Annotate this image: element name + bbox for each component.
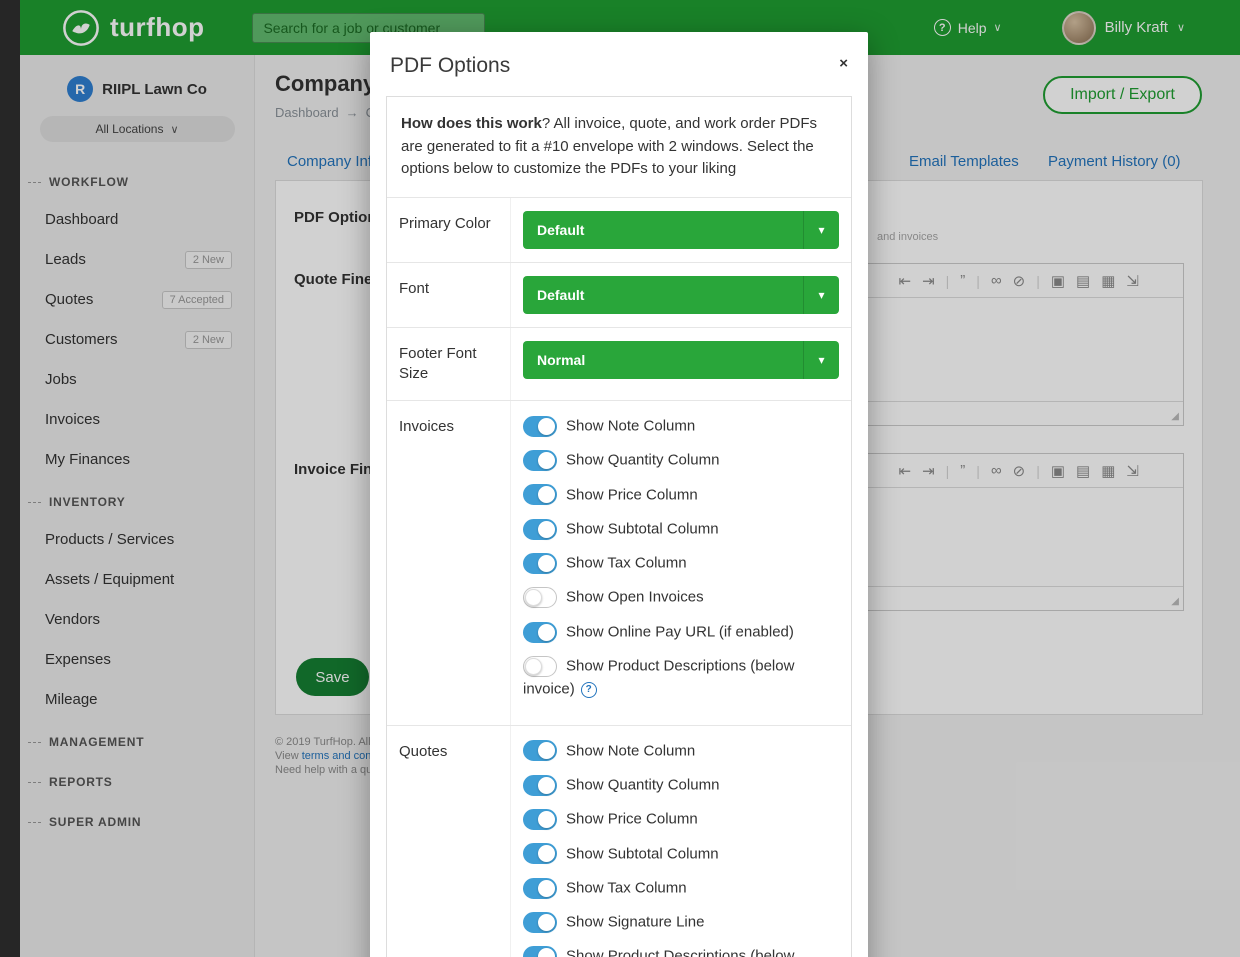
primary-color-select[interactable]: Default▾ bbox=[523, 211, 839, 249]
toggle-label: Show Product Descriptions (below invoice… bbox=[523, 657, 794, 697]
toggle-item-show-price-column: Show Price Column bbox=[523, 483, 839, 506]
toggle-item-show-note-column: Show Note Column bbox=[523, 739, 839, 762]
toggle-switch[interactable] bbox=[523, 587, 557, 608]
toggle-item-show-quantity-column: Show Quantity Column bbox=[523, 773, 839, 796]
toggle-knob bbox=[538, 624, 555, 641]
toggle-item-show-subtotal-column: Show Subtotal Column bbox=[523, 517, 839, 540]
row-label: Primary Color bbox=[387, 198, 511, 262]
intro-bold: How does this work bbox=[401, 115, 542, 132]
toggle-item-show-tax-column: Show Tax Column bbox=[523, 551, 839, 574]
caret-down-icon: ▾ bbox=[803, 341, 839, 379]
toggle-label: Show Subtotal Column bbox=[566, 845, 719, 862]
toggle-knob bbox=[538, 914, 555, 931]
toggle-item-show-price-column: Show Price Column bbox=[523, 807, 839, 830]
form-row-quotes: Quotes Show Note Column Show Quantity Colu… bbox=[387, 725, 851, 957]
toggle-switch[interactable] bbox=[523, 878, 557, 899]
row-control: Show Note Column Show Quantity Column Show… bbox=[511, 401, 851, 725]
row-label: Font bbox=[387, 263, 511, 327]
toggle-label: Show Tax Column bbox=[566, 879, 687, 896]
font-select[interactable]: Default▾ bbox=[523, 276, 839, 314]
toggle-item-show-subtotal-column: Show Subtotal Column bbox=[523, 842, 839, 865]
toggle-label: Show Subtotal Column bbox=[566, 520, 719, 537]
row-control: Normal▾ bbox=[511, 328, 851, 401]
row-control: Default▾ bbox=[511, 198, 851, 262]
toggle-label: Show Price Column bbox=[566, 811, 698, 828]
toggle-label: Show Note Column bbox=[566, 742, 695, 759]
toggle-knob bbox=[538, 845, 555, 862]
toggle-label: Show Signature Line bbox=[566, 913, 704, 930]
select-value: Normal bbox=[523, 352, 803, 368]
toggle-knob bbox=[525, 658, 542, 675]
toggle-label: Show Quantity Column bbox=[566, 452, 719, 469]
app-window: turfhop ? Help ∨ Billy Kraft ∨ R RIIPL L… bbox=[20, 0, 1240, 957]
toggle-item-show-open-invoices: Show Open Invoices bbox=[523, 585, 839, 608]
toggle-switch[interactable] bbox=[523, 656, 557, 677]
toggle-switch[interactable] bbox=[523, 946, 557, 957]
toggle-item-show-quantity-column: Show Quantity Column bbox=[523, 448, 839, 471]
toggle-label: Show Quantity Column bbox=[566, 776, 719, 793]
pdf-options-modal: PDF Options × How does this work? All in… bbox=[370, 32, 868, 957]
help-icon[interactable]: ? bbox=[581, 682, 597, 698]
toggle-item-show-tax-column: Show Tax Column bbox=[523, 876, 839, 899]
caret-down-icon: ▾ bbox=[803, 276, 839, 314]
form-row-primary-color: Primary Color Default▾ bbox=[387, 197, 851, 262]
row-label: Quotes bbox=[387, 726, 511, 957]
row-label: Invoices bbox=[387, 401, 511, 725]
toggle-switch[interactable] bbox=[523, 740, 557, 761]
select-value: Default bbox=[523, 222, 803, 238]
form-row-invoices: Invoices Show Note Column Show Quantity Co… bbox=[387, 400, 851, 725]
toggle-switch[interactable] bbox=[523, 553, 557, 574]
modal-header: PDF Options × bbox=[370, 32, 868, 96]
toggle-switch[interactable] bbox=[523, 484, 557, 505]
toggle-knob bbox=[538, 948, 555, 957]
form-row-footer-font-size: Footer Font Size Normal▾ bbox=[387, 327, 851, 401]
row-control: Show Note Column Show Quantity Column Show… bbox=[511, 726, 851, 957]
modal-form: How does this work? All invoice, quote, … bbox=[386, 96, 852, 957]
toggle-label: Show Note Column bbox=[566, 417, 695, 434]
toggle-label: Show Tax Column bbox=[566, 554, 687, 571]
toggle-item-show-signature-line: Show Signature Line bbox=[523, 910, 839, 933]
close-icon[interactable]: × bbox=[839, 56, 848, 71]
toggle-knob bbox=[538, 521, 555, 538]
toggle-switch[interactable] bbox=[523, 912, 557, 933]
toggle-knob bbox=[538, 452, 555, 469]
footer-font-size-select[interactable]: Normal▾ bbox=[523, 341, 839, 379]
toggle-item-show-product-descriptions-below-invoice: Show Product Descriptions (below invoice… bbox=[523, 654, 839, 701]
modal-intro: How does this work? All invoice, quote, … bbox=[387, 97, 851, 197]
toggle-switch[interactable] bbox=[523, 519, 557, 540]
toggle-switch[interactable] bbox=[523, 809, 557, 830]
toggle-knob bbox=[538, 880, 555, 897]
toggle-knob bbox=[538, 486, 555, 503]
toggle-switch[interactable] bbox=[523, 416, 557, 437]
toggle-knob bbox=[538, 555, 555, 572]
toggle-item-show-note-column: Show Note Column bbox=[523, 414, 839, 437]
toggle-item-show-product-descriptions-below-quote: Show Product Descriptions (below quote)? bbox=[523, 944, 839, 957]
toggle-knob bbox=[538, 418, 555, 435]
toggle-item-show-online-pay-url-if-enabled: Show Online Pay URL (if enabled) bbox=[523, 620, 839, 643]
toggle-label: Show Product Descriptions (below quote) bbox=[523, 948, 794, 957]
toggle-switch[interactable] bbox=[523, 622, 557, 643]
modal-title: PDF Options bbox=[390, 54, 510, 77]
toggle-label: Show Price Column bbox=[566, 486, 698, 503]
toggle-knob bbox=[525, 589, 542, 606]
form-row-font: Font Default▾ bbox=[387, 262, 851, 327]
toggle-switch[interactable] bbox=[523, 775, 557, 796]
row-control: Default▾ bbox=[511, 263, 851, 327]
toggle-label: Show Open Invoices bbox=[566, 589, 704, 606]
toggle-knob bbox=[538, 742, 555, 759]
toggle-label: Show Online Pay URL (if enabled) bbox=[566, 623, 794, 640]
caret-down-icon: ▾ bbox=[803, 211, 839, 249]
toggle-knob bbox=[538, 777, 555, 794]
toggle-switch[interactable] bbox=[523, 450, 557, 471]
toggle-switch[interactable] bbox=[523, 843, 557, 864]
toggle-knob bbox=[538, 811, 555, 828]
select-value: Default bbox=[523, 287, 803, 303]
row-label: Footer Font Size bbox=[387, 328, 511, 401]
